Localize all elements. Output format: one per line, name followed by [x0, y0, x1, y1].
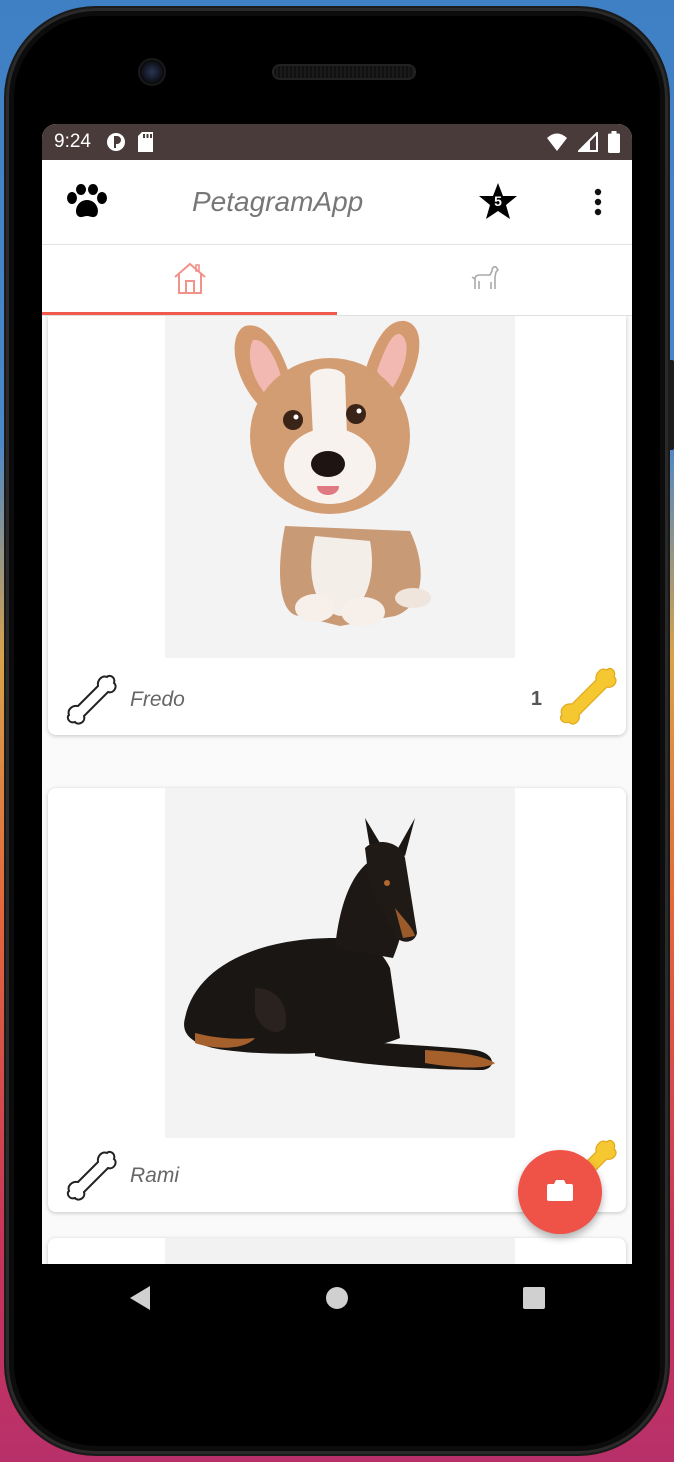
- more-vert-icon[interactable]: [592, 188, 604, 221]
- pet-card: Fredo 1: [48, 316, 626, 735]
- camera-icon: [546, 1178, 574, 1207]
- favorites-badge: 5: [494, 193, 502, 209]
- pet-name: Fredo: [130, 688, 185, 711]
- data-saver-icon: [105, 131, 127, 153]
- recents-nav-icon[interactable]: [522, 1286, 546, 1315]
- pet-list: Fredo 1 Rami: [42, 316, 632, 1264]
- earpiece-speaker: [272, 64, 416, 80]
- pet-photo: [165, 1238, 515, 1264]
- doberman-illustration: [165, 788, 515, 1138]
- home-icon: [172, 261, 208, 300]
- pet-name: Rami: [130, 1164, 180, 1187]
- status-time: 9:24: [54, 131, 91, 152]
- tab-profile[interactable]: [337, 245, 632, 315]
- tab-home[interactable]: [42, 245, 337, 315]
- back-nav-icon[interactable]: [128, 1285, 152, 1316]
- status-bar: 9:24: [42, 124, 632, 160]
- system-nav-bar: [42, 1264, 632, 1336]
- pet-photo: [165, 316, 515, 658]
- bone-gold-icon: [556, 664, 618, 731]
- pet-card: [48, 1238, 626, 1264]
- volume-button: [668, 360, 674, 450]
- bone-outline-icon[interactable]: [64, 1148, 118, 1207]
- paw-icon[interactable]: [66, 184, 108, 225]
- like-count: 1: [530, 688, 542, 710]
- front-camera: [140, 60, 164, 84]
- tab-bar: [42, 245, 632, 315]
- corgi-illustration: [165, 316, 515, 658]
- wifi-icon: [546, 132, 568, 152]
- dog-icon: [470, 263, 500, 298]
- pet-card-footer: Fredo 1: [48, 662, 626, 732]
- pet-card: Rami: [48, 788, 626, 1212]
- cell-signal-icon: [578, 132, 598, 152]
- app-title: PetagramApp: [192, 186, 364, 217]
- device-screen: 9:24 PetagramApp 5 Fredo 1 Rami: [42, 124, 632, 1264]
- pet-photo: [165, 788, 515, 1138]
- camera-fab[interactable]: [518, 1150, 602, 1234]
- battery-icon: [608, 131, 620, 153]
- bone-outline-icon[interactable]: [64, 672, 118, 731]
- app-bar: PetagramApp 5: [42, 160, 632, 245]
- favorites-star-icon[interactable]: 5: [478, 182, 518, 227]
- sd-card-icon: [137, 131, 155, 153]
- home-nav-icon[interactable]: [325, 1286, 349, 1315]
